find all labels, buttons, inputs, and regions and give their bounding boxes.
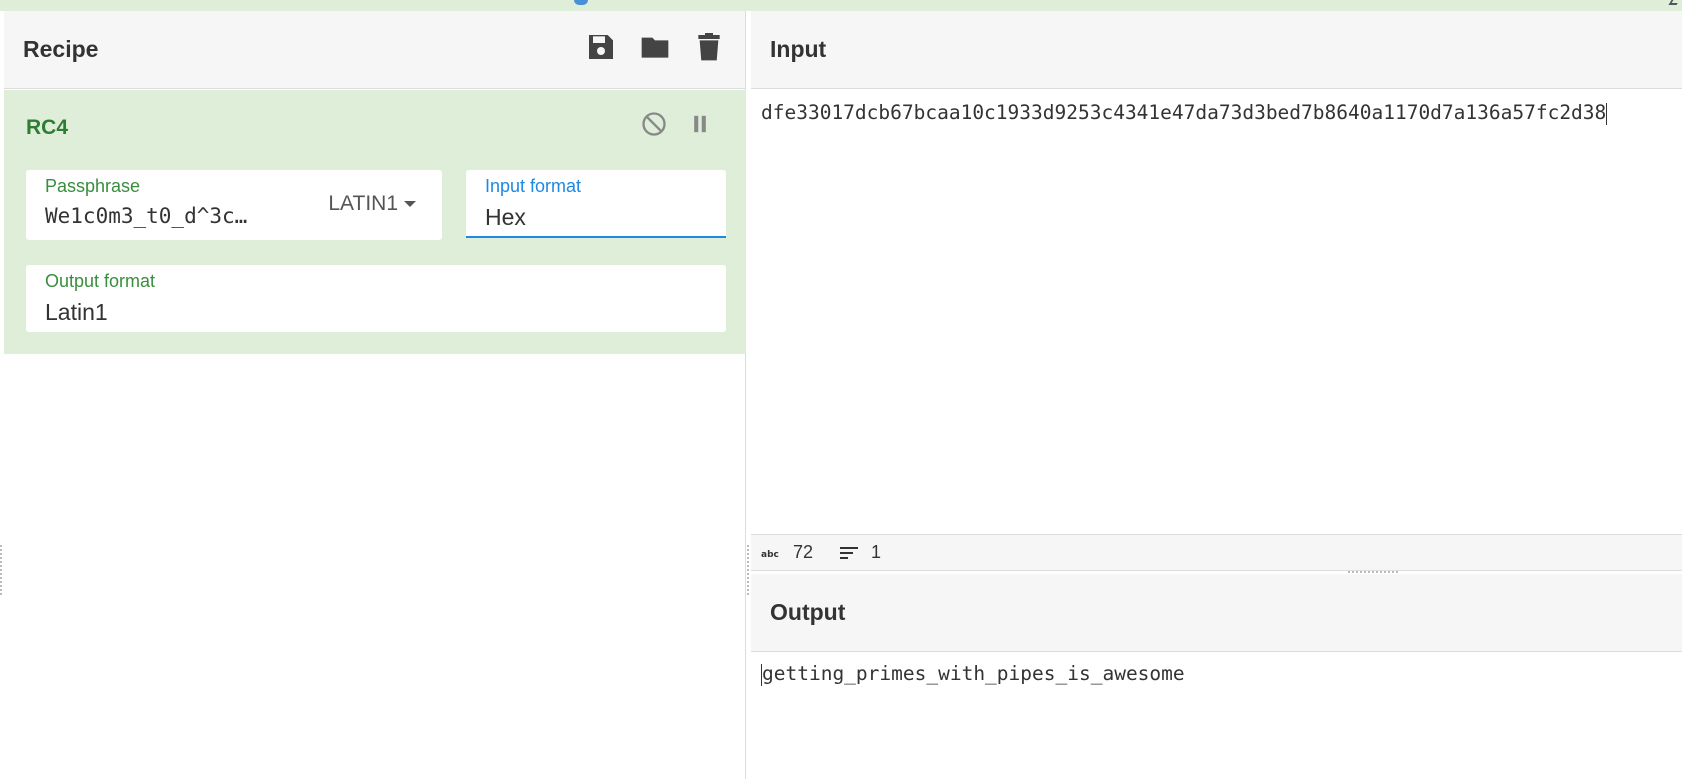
input-lines: 1 [871,542,882,562]
input-textarea[interactable]: dfe33017dcb67bcaa10c1933d9253c4341e47da7… [761,101,1608,125]
trash-icon[interactable] [693,31,725,63]
text-cursor [1606,102,1608,125]
input-title: Input [770,36,827,62]
left-splitter[interactable] [0,545,3,595]
recipe-title: Recipe [23,36,99,62]
input-length: 72 [793,542,814,562]
svg-text:abc: abc [761,550,779,560]
abc-icon: abc [761,546,783,560]
input-format-label: Input format [485,176,582,196]
input-header: Input [751,11,1682,89]
input-format-value[interactable]: Hex [485,204,526,231]
pause-icon[interactable] [686,110,714,138]
panel-splitter[interactable] [747,545,750,595]
output-format-value[interactable]: Latin1 [45,299,108,326]
passphrase-label: Passphrase [45,176,141,196]
output-textarea[interactable]: getting_primes_with_pipes_is_awesome [761,662,1185,686]
output-title: Output [770,599,846,625]
top-bar [0,0,1682,11]
recipe-header: Recipe [4,11,745,89]
lines-icon [839,544,861,562]
passphrase-input[interactable]: We1c0m3_t0_d^3c… [45,204,247,228]
output-panel: Output getting_primes_with_pipes_is_awes… [751,574,1682,779]
input-format-field[interactable]: Input format Hex [466,170,726,238]
passphrase-field[interactable]: Passphrase We1c0m3_t0_d^3c… LATIN1 [26,170,442,240]
input-status-bar: abc 72 1 [751,534,1682,571]
corner-mark [1668,0,1680,5]
save-icon[interactable] [585,31,617,63]
output-format-field[interactable]: Output format Latin1 [26,265,726,332]
operation-title: RC4 [26,116,69,139]
disable-icon[interactable] [640,110,668,138]
input-text: dfe33017dcb67bcaa10c1933d9253c4341e47da7… [761,101,1607,124]
recipe-panel: Recipe RC4 Passphrase We1c0m3_t0_d^3c… L… [4,11,746,779]
output-header: Output [751,574,1682,652]
encoding-label: LATIN1 [328,192,398,215]
output-text: getting_primes_with_pipes_is_awesome [762,662,1185,685]
rc4-operation[interactable]: RC4 Passphrase We1c0m3_t0_d^3c… LATIN1 I… [4,90,746,354]
folder-icon[interactable] [639,31,671,63]
chevron-down-icon [404,201,416,207]
recipe-actions [585,31,725,63]
output-format-label: Output format [45,271,156,291]
input-panel: Input dfe33017dcb67bcaa10c1933d9253c4341… [751,11,1682,571]
passphrase-encoding-dropdown[interactable]: LATIN1 [328,192,416,216]
top-indicator [574,0,588,5]
operation-controls [640,110,714,138]
